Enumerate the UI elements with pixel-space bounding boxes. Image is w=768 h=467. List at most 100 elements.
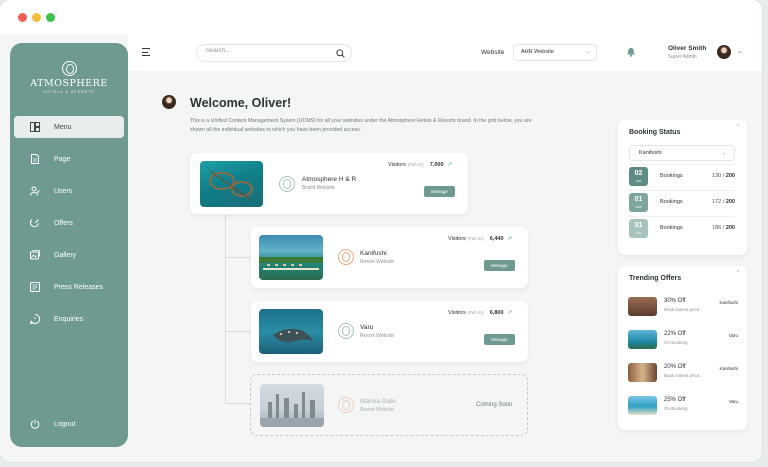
offer-thumbnail bbox=[628, 330, 657, 349]
user-avatar[interactable] bbox=[717, 45, 731, 59]
search-input[interactable] bbox=[206, 48, 326, 54]
site-card-marina-gate: Marina Gate Resort Website Coming Soon bbox=[250, 374, 528, 436]
collapse-icon[interactable]: ^ bbox=[737, 270, 739, 276]
booking-count: 130 / 200 bbox=[712, 173, 735, 179]
offer-site: Kanifushi bbox=[719, 366, 738, 371]
offer-thumbnail bbox=[628, 297, 657, 316]
offer-item[interactable]: 30% Off Book lowest price.. Kanifushi bbox=[628, 296, 738, 318]
enquiries-icon bbox=[30, 314, 54, 324]
offer-discount: 25% Off bbox=[664, 397, 686, 403]
gallery-icon bbox=[30, 250, 54, 260]
app-window: ATMOSPHERE HOTELS & RESORTS Menu Page Us… bbox=[0, 0, 762, 462]
offer-item[interactable]: 25% Off On Booking Varu bbox=[628, 395, 738, 417]
trend-up-icon: ↗ bbox=[507, 310, 513, 316]
page-title: Welcome, Oliver! bbox=[190, 96, 292, 110]
site-name: Marina Gate bbox=[360, 398, 396, 405]
chevron-down-icon: ⌄ bbox=[585, 49, 591, 55]
bell-icon[interactable] bbox=[626, 46, 636, 57]
booking-count: 186 / 200 bbox=[712, 225, 735, 231]
close-window-button[interactable] bbox=[18, 13, 27, 22]
website-label: Website bbox=[481, 49, 505, 56]
offer-description: On Booking bbox=[664, 340, 688, 345]
title-bar bbox=[0, 0, 762, 34]
booking-site-select[interactable]: Kanifushi ⌄ bbox=[629, 145, 735, 161]
trend-up-icon: ↗ bbox=[447, 162, 453, 168]
sidebar-item-label: Enquiries bbox=[54, 315, 84, 323]
site-type: Resort Website bbox=[360, 407, 395, 413]
visitors-stat: Visitors (Feb 01) 6,440 ↗ bbox=[448, 236, 513, 242]
site-thumbnail bbox=[200, 161, 263, 207]
booking-label: Bookings bbox=[660, 173, 683, 179]
logout-button[interactable]: Logout bbox=[14, 413, 124, 435]
booking-row: 01 FEB Bookings 172 / 200 bbox=[629, 190, 735, 212]
site-thumbnail bbox=[260, 384, 324, 427]
tree-connector bbox=[225, 403, 251, 404]
welcome-description: This is a Unified Content Management Sys… bbox=[190, 118, 532, 133]
offer-discount: 22% Off bbox=[664, 331, 686, 337]
manage-button[interactable]: Manage bbox=[484, 334, 515, 345]
offer-discount: 20% Off bbox=[664, 364, 686, 370]
page-icon bbox=[30, 154, 54, 164]
menu-grid-icon bbox=[30, 122, 54, 132]
offer-site: Varu bbox=[728, 333, 738, 338]
booking-row: 02 FEB Bookings 130 / 200 bbox=[629, 164, 735, 186]
booking-status-panel: Booking Status ^ Kanifushi ⌄ 02 FEB Booki… bbox=[618, 120, 747, 255]
date-badge: 01 FEB bbox=[629, 193, 648, 212]
offers-icon bbox=[30, 218, 54, 228]
search-box bbox=[196, 44, 352, 62]
panel-title: Booking Status bbox=[629, 129, 681, 136]
offer-site: Varu bbox=[728, 399, 738, 404]
minimize-window-button[interactable] bbox=[32, 13, 41, 22]
trending-offers-panel: Trending Offers ^ 30% Off Book lowest pr… bbox=[618, 266, 747, 430]
collapse-icon[interactable]: ^ bbox=[737, 124, 739, 130]
chevron-down-icon: ⌄ bbox=[721, 150, 726, 156]
sidebar-item-menu[interactable]: Menu bbox=[14, 116, 124, 138]
press-icon bbox=[30, 282, 54, 292]
offer-description: On Booking bbox=[664, 406, 688, 411]
power-icon bbox=[30, 419, 54, 429]
sidebar-item-press-releases[interactable]: Press Releases bbox=[14, 276, 124, 298]
sidebar-item-offers[interactable]: Offers bbox=[14, 212, 124, 234]
date-badge: 31 JAN bbox=[629, 219, 648, 238]
site-name: Kanifushi bbox=[360, 250, 387, 257]
sidebar-item-label: Offers bbox=[54, 219, 73, 227]
trend-up-icon: ↗ bbox=[507, 236, 513, 242]
site-card-kanifushi: Kanifushi Resort Website Visitors (Feb 01… bbox=[251, 227, 528, 288]
sidebar-item-gallery[interactable]: Gallery bbox=[14, 244, 124, 266]
offer-description: Book lowest price.. bbox=[664, 307, 702, 312]
site-logo-icon bbox=[279, 176, 295, 192]
sidebar-item-enquiries[interactable]: Enquiries bbox=[14, 308, 124, 330]
manage-button[interactable]: Manage bbox=[424, 186, 455, 197]
search-icon[interactable] bbox=[336, 49, 345, 58]
brand-logo-icon bbox=[62, 61, 77, 76]
site-type: Resort Website bbox=[360, 259, 395, 265]
site-thumbnail bbox=[259, 235, 323, 280]
site-logo-icon bbox=[338, 249, 354, 265]
site-logo-icon bbox=[338, 323, 354, 339]
website-select-value: AHR Website bbox=[521, 49, 554, 55]
offer-description: Book lowest price.. bbox=[664, 373, 702, 378]
offer-discount: 30% Off bbox=[664, 298, 686, 304]
logout-label: Logout bbox=[54, 420, 76, 428]
site-name: Atmosphere H & R bbox=[302, 176, 357, 183]
hamburger-icon[interactable] bbox=[142, 48, 152, 57]
booking-select-value: Kanifushi bbox=[639, 150, 662, 156]
offer-item[interactable]: 20% Off Book lowest price.. Kanifushi bbox=[628, 362, 738, 384]
maximize-window-button[interactable] bbox=[46, 13, 55, 22]
sidebar-item-label: Users bbox=[54, 187, 73, 195]
website-select[interactable]: AHR Website ⌄ bbox=[513, 44, 597, 61]
brand-name: ATMOSPHERE bbox=[30, 78, 108, 89]
brand-tagline: HOTELS & RESORTS bbox=[43, 90, 95, 94]
offer-site: Kanifushi bbox=[719, 300, 738, 305]
booking-count: 172 / 200 bbox=[712, 199, 735, 205]
sidebar: ATMOSPHERE HOTELS & RESORTS Menu Page Us… bbox=[10, 43, 128, 447]
offer-thumbnail bbox=[628, 363, 657, 382]
user-menu-chevron-icon[interactable]: ⌄ bbox=[737, 48, 742, 55]
site-type: Resort Website bbox=[360, 333, 395, 339]
date-badge: 02 FEB bbox=[629, 167, 648, 186]
sidebar-item-page[interactable]: Page bbox=[14, 148, 124, 170]
manage-button[interactable]: Manage bbox=[484, 260, 515, 271]
sidebar-item-users[interactable]: Users bbox=[14, 180, 124, 202]
site-name: Varu bbox=[360, 324, 374, 331]
offer-item[interactable]: 22% Off On Booking Varu bbox=[628, 329, 738, 351]
